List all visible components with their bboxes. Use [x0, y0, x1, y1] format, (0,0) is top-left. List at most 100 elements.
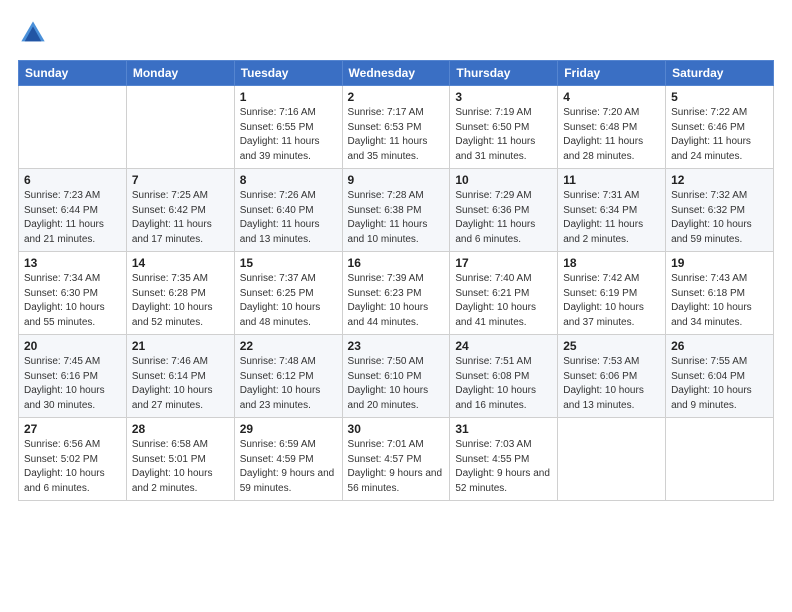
week-row-5: 27 Sunrise: 6:56 AMSunset: 5:02 PMDayligh… [19, 418, 774, 501]
cell-day-number: 7 [132, 173, 229, 187]
cell-day-number: 1 [240, 90, 337, 104]
calendar-cell: 17 Sunrise: 7:40 AMSunset: 6:21 PMDayligh… [450, 252, 558, 335]
calendar-cell: 15Sunrise: 7:37 AMSunset: 6:25 PMDayligh… [234, 252, 342, 335]
calendar-cell: 5Sunrise: 7:22 AMSunset: 6:46 PMDaylight… [666, 86, 774, 169]
cell-info: Sunrise: 7:37 AMSunset: 6:25 PMDaylight:… [240, 272, 337, 330]
cell-day-number: 3 [455, 90, 552, 104]
cell-day-number: 4 [563, 90, 660, 104]
calendar-cell: 2 Sunrise: 7:17 AMSunset: 6:53 PMDaylight… [342, 86, 450, 169]
cell-info: Sunrise: 7:53 AMSunset: 6:06 PMDaylight:… [563, 355, 660, 413]
weekday-header-wednesday: Wednesday [342, 61, 450, 86]
calendar-cell [666, 418, 774, 501]
cell-info: Sunrise: 7:26 AMSunset: 6:40 PMDaylight:… [240, 189, 337, 247]
calendar-cell: 3 Sunrise: 7:19 AMSunset: 6:50 PMDaylight… [450, 86, 558, 169]
cell-info: Sunrise: 7:40 AMSunset: 6:21 PMDaylight:… [455, 272, 552, 330]
cell-day-number: 9 [348, 173, 445, 187]
logo-icon [18, 18, 48, 48]
cell-info: Sunrise: 7:32 AMSunset: 6:32 PMDaylight:… [671, 189, 768, 247]
calendar-cell: 19 Sunrise: 7:43 AMSunset: 6:18 PMDayligh… [666, 252, 774, 335]
cell-day-number: 16 [348, 256, 445, 270]
week-row-4: 20 Sunrise: 7:45 AMSunset: 6:16 PMDayligh… [19, 335, 774, 418]
cell-info: Sunrise: 7:03 AMSunset: 4:55 PMDaylight:… [455, 438, 552, 496]
cell-day-number: 22 [240, 339, 337, 353]
cell-day-number: 20 [24, 339, 121, 353]
cell-info: Sunrise: 7:17 AMSunset: 6:53 PMDaylight:… [348, 106, 445, 164]
cell-day-number: 12 [671, 173, 768, 187]
cell-day-number: 31 [455, 422, 552, 436]
cell-info: Sunrise: 7:35 AMSunset: 6:28 PMDaylight:… [132, 272, 229, 330]
cell-day-number: 26 [671, 339, 768, 353]
cell-info: Sunrise: 7:16 AMSunset: 6:55 PMDaylight:… [240, 106, 337, 164]
cell-day-number: 10 [455, 173, 552, 187]
calendar-cell: 30Sunrise: 7:01 AMSunset: 4:57 PMDayligh… [342, 418, 450, 501]
calendar-cell: 29 Sunrise: 6:59 AMSunset: 4:59 PMDayligh… [234, 418, 342, 501]
cell-day-number: 6 [24, 173, 121, 187]
calendar-cell [126, 86, 234, 169]
cell-info: Sunrise: 7:25 AMSunset: 6:42 PMDaylight:… [132, 189, 229, 247]
cell-day-number: 8 [240, 173, 337, 187]
calendar-cell: 4Sunrise: 7:20 AMSunset: 6:48 PMDaylight… [558, 86, 666, 169]
cell-day-number: 24 [455, 339, 552, 353]
calendar-cell: 10 Sunrise: 7:29 AMSunset: 6:36 PMDayligh… [450, 169, 558, 252]
calendar-cell: 1 Sunrise: 7:16 AMSunset: 6:55 PMDaylight… [234, 86, 342, 169]
weekday-header-thursday: Thursday [450, 61, 558, 86]
calendar-cell: 25 Sunrise: 7:53 AMSunset: 6:06 PMDayligh… [558, 335, 666, 418]
cell-info: Sunrise: 7:42 AMSunset: 6:19 PMDaylight:… [563, 272, 660, 330]
calendar-cell: 12 Sunrise: 7:32 AMSunset: 6:32 PMDayligh… [666, 169, 774, 252]
calendar-cell: 16 Sunrise: 7:39 AMSunset: 6:23 PMDayligh… [342, 252, 450, 335]
calendar-cell: 9 Sunrise: 7:28 AMSunset: 6:38 PMDaylight… [342, 169, 450, 252]
cell-day-number: 14 [132, 256, 229, 270]
cell-info: Sunrise: 6:56 AMSunset: 5:02 PMDaylight:… [24, 438, 121, 496]
cell-info: Sunrise: 7:34 AMSunset: 6:30 PMDaylight:… [24, 272, 121, 330]
cell-info: Sunrise: 7:48 AMSunset: 6:12 PMDaylight:… [240, 355, 337, 413]
calendar-cell [558, 418, 666, 501]
cell-day-number: 27 [24, 422, 121, 436]
cell-info: Sunrise: 7:19 AMSunset: 6:50 PMDaylight:… [455, 106, 552, 164]
weekday-header-row: SundayMondayTuesdayWednesdayThursdayFrid… [19, 61, 774, 86]
cell-day-number: 17 [455, 256, 552, 270]
cell-day-number: 2 [348, 90, 445, 104]
cell-day-number: 13 [24, 256, 121, 270]
calendar-cell: 26 Sunrise: 7:55 AMSunset: 6:04 PMDayligh… [666, 335, 774, 418]
weekday-header-sunday: Sunday [19, 61, 127, 86]
cell-info: Sunrise: 7:28 AMSunset: 6:38 PMDaylight:… [348, 189, 445, 247]
cell-info: Sunrise: 6:59 AMSunset: 4:59 PMDaylight:… [240, 438, 337, 496]
cell-info: Sunrise: 7:31 AMSunset: 6:34 PMDaylight:… [563, 189, 660, 247]
calendar-cell: 13 Sunrise: 7:34 AMSunset: 6:30 PMDayligh… [19, 252, 127, 335]
calendar-cell: 31 Sunrise: 7:03 AMSunset: 4:55 PMDayligh… [450, 418, 558, 501]
week-row-2: 6 Sunrise: 7:23 AMSunset: 6:44 PMDaylight… [19, 169, 774, 252]
weekday-header-friday: Friday [558, 61, 666, 86]
weekday-header-monday: Monday [126, 61, 234, 86]
calendar-cell: 20 Sunrise: 7:45 AMSunset: 6:16 PMDayligh… [19, 335, 127, 418]
cell-day-number: 11 [563, 173, 660, 187]
calendar-cell: 22 Sunrise: 7:48 AMSunset: 6:12 PMDayligh… [234, 335, 342, 418]
calendar-cell: 28Sunrise: 6:58 AMSunset: 5:01 PMDayligh… [126, 418, 234, 501]
cell-info: Sunrise: 7:45 AMSunset: 6:16 PMDaylight:… [24, 355, 121, 413]
calendar-cell: 8 Sunrise: 7:26 AMSunset: 6:40 PMDaylight… [234, 169, 342, 252]
calendar-cell: 21Sunrise: 7:46 AMSunset: 6:14 PMDayligh… [126, 335, 234, 418]
cell-info: Sunrise: 7:01 AMSunset: 4:57 PMDaylight:… [348, 438, 445, 496]
page: SundayMondayTuesdayWednesdayThursdayFrid… [0, 0, 792, 612]
calendar-cell: 14 Sunrise: 7:35 AMSunset: 6:28 PMDayligh… [126, 252, 234, 335]
calendar-cell: 11 Sunrise: 7:31 AMSunset: 6:34 PMDayligh… [558, 169, 666, 252]
cell-day-number: 19 [671, 256, 768, 270]
week-row-1: 1 Sunrise: 7:16 AMSunset: 6:55 PMDaylight… [19, 86, 774, 169]
cell-info: Sunrise: 7:51 AMSunset: 6:08 PMDaylight:… [455, 355, 552, 413]
weekday-header-tuesday: Tuesday [234, 61, 342, 86]
cell-day-number: 23 [348, 339, 445, 353]
calendar-cell: 6 Sunrise: 7:23 AMSunset: 6:44 PMDaylight… [19, 169, 127, 252]
cell-info: Sunrise: 7:23 AMSunset: 6:44 PMDaylight:… [24, 189, 121, 247]
cell-day-number: 29 [240, 422, 337, 436]
cell-info: Sunrise: 7:43 AMSunset: 6:18 PMDaylight:… [671, 272, 768, 330]
cell-day-number: 5 [671, 90, 768, 104]
cell-info: Sunrise: 7:29 AMSunset: 6:36 PMDaylight:… [455, 189, 552, 247]
cell-day-number: 18 [563, 256, 660, 270]
cell-info: Sunrise: 7:55 AMSunset: 6:04 PMDaylight:… [671, 355, 768, 413]
cell-day-number: 21 [132, 339, 229, 353]
calendar: SundayMondayTuesdayWednesdayThursdayFrid… [18, 60, 774, 501]
calendar-cell: 24 Sunrise: 7:51 AMSunset: 6:08 PMDayligh… [450, 335, 558, 418]
cell-day-number: 25 [563, 339, 660, 353]
cell-info: Sunrise: 7:39 AMSunset: 6:23 PMDaylight:… [348, 272, 445, 330]
calendar-cell: 7 Sunrise: 7:25 AMSunset: 6:42 PMDaylight… [126, 169, 234, 252]
cell-info: Sunrise: 6:58 AMSunset: 5:01 PMDaylight:… [132, 438, 229, 496]
